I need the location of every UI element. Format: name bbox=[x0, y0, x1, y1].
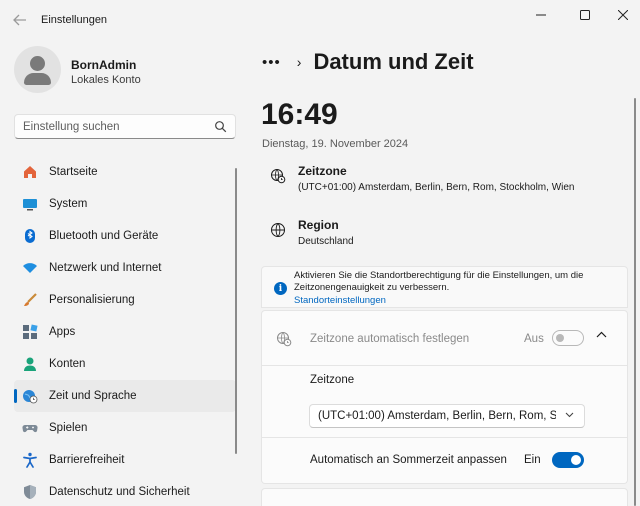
dst-setting[interactable]: Automatisch an Sommerzeit anpassen Ein bbox=[261, 438, 628, 484]
globe-clock-icon bbox=[271, 169, 286, 184]
close-button[interactable] bbox=[606, 0, 640, 30]
sidebar-item-label: Personalisierung bbox=[49, 294, 135, 306]
sidebar-item-label: Startseite bbox=[49, 166, 98, 178]
sidebar-item-apps[interactable]: Apps bbox=[14, 316, 236, 348]
breadcrumb-overflow-button[interactable]: ••• bbox=[262, 54, 281, 71]
timezone-title: Zeitzone bbox=[298, 164, 347, 178]
timezone-value: (UTC+01:00) Amsterdam, Berlin, Bern, Rom… bbox=[298, 182, 575, 193]
auto-timezone-toggle[interactable] bbox=[552, 330, 584, 346]
minimize-icon bbox=[536, 14, 546, 16]
current-date: Dienstag, 19. November 2024 bbox=[262, 138, 409, 150]
dst-toggle[interactable] bbox=[552, 452, 584, 468]
current-time: 16:49 bbox=[261, 98, 338, 131]
sidebar-item-label: Bluetooth und Geräte bbox=[49, 230, 159, 242]
sidebar-item-system[interactable]: System bbox=[14, 188, 236, 220]
globe-clock-icon bbox=[277, 332, 292, 347]
region-title: Region bbox=[298, 218, 339, 232]
sidebar-item-personalisierung[interactable]: Personalisierung bbox=[14, 284, 236, 316]
chevron-up-icon[interactable] bbox=[596, 329, 607, 341]
shield-icon bbox=[22, 484, 38, 500]
sidebar-item-label: System bbox=[49, 198, 88, 210]
globe-clock-icon bbox=[22, 388, 38, 404]
settings-window: Einstellungen BornAdmin Lokales Konto Ei… bbox=[0, 0, 640, 506]
page-title: Datum und Zeit bbox=[313, 49, 474, 74]
auto-timezone-setting[interactable]: Zeitzone automatisch festlegen Aus bbox=[261, 310, 628, 366]
auto-timezone-label: Zeitzone automatisch festlegen bbox=[310, 333, 470, 345]
region-info: Region Deutschland bbox=[262, 218, 622, 252]
search-icon bbox=[215, 121, 227, 133]
close-icon bbox=[618, 10, 628, 20]
brush-icon bbox=[22, 292, 38, 308]
sidebar-item-startseite[interactable]: Startseite bbox=[14, 156, 236, 188]
monitor-icon bbox=[22, 196, 38, 212]
main-content: ••• › Datum und Zeit 16:49 Dienstag, 19.… bbox=[248, 40, 640, 506]
globe-icon bbox=[271, 223, 285, 237]
main-scrollbar[interactable] bbox=[634, 98, 636, 506]
auto-timezone-state: Aus bbox=[524, 333, 544, 345]
sidebar-item-label: Apps bbox=[49, 326, 76, 338]
bluetooth-icon bbox=[22, 228, 38, 244]
breadcrumb: ••• › Datum und Zeit bbox=[262, 49, 474, 74]
sidebar-item-label: Datenschutz und Sicherheit bbox=[49, 486, 190, 498]
profile-name: BornAdmin bbox=[71, 58, 137, 72]
info-icon: i bbox=[274, 282, 287, 295]
search-placeholder: Einstellung suchen bbox=[23, 121, 120, 133]
timezone-select-label: Zeitzone bbox=[310, 374, 355, 386]
sidebar-item-label: Spielen bbox=[49, 422, 88, 434]
maximize-button[interactable] bbox=[562, 0, 608, 30]
maximize-icon bbox=[580, 10, 590, 20]
sidebar-item-label: Barrierefreiheit bbox=[49, 454, 125, 466]
chevron-down-icon bbox=[565, 410, 574, 420]
home-icon bbox=[22, 164, 38, 180]
sidebar: BornAdmin Lokales Konto Einstellung such… bbox=[0, 40, 248, 506]
dst-label: Automatisch an Sommerzeit anpassen bbox=[310, 454, 507, 466]
person-icon bbox=[22, 356, 38, 372]
sidebar-item-barrierefreiheit[interactable]: Barrierefreiheit bbox=[14, 444, 236, 476]
timezone-setting: Zeitzone (UTC+01:00) Amsterdam, Berlin, … bbox=[261, 366, 628, 438]
timezone-dropdown[interactable]: (UTC+01:00) Amsterdam, Berlin, Bern, Rom… bbox=[309, 404, 585, 428]
dst-state: Ein bbox=[524, 454, 541, 466]
profile-account-type: Lokales Konto bbox=[71, 74, 141, 86]
sidebar-item-label: Konten bbox=[49, 358, 86, 370]
timezone-dropdown-value: (UTC+01:00) Amsterdam, Berlin, Bern, Rom… bbox=[318, 410, 556, 422]
next-setting-card bbox=[261, 488, 628, 506]
wifi-icon bbox=[22, 260, 38, 276]
accessibility-icon bbox=[22, 452, 38, 468]
sidebar-item-datenschutz[interactable]: Datenschutz und Sicherheit bbox=[14, 476, 236, 506]
location-permission-banner: i Aktivieren Sie die Standortberechtigun… bbox=[261, 266, 628, 308]
region-value: Deutschland bbox=[298, 236, 354, 247]
gamepad-icon bbox=[22, 420, 38, 436]
user-profile[interactable]: BornAdmin Lokales Konto bbox=[14, 46, 244, 96]
sidebar-item-bluetooth[interactable]: Bluetooth und Geräte bbox=[14, 220, 236, 252]
sidebar-item-netzwerk[interactable]: Netzwerk und Internet bbox=[14, 252, 236, 284]
banner-message: Aktivieren Sie die Standortberechtigung … bbox=[294, 270, 584, 293]
back-button[interactable] bbox=[8, 8, 32, 32]
minimize-button[interactable] bbox=[518, 0, 564, 30]
sidebar-item-label: Zeit und Sprache bbox=[49, 390, 137, 402]
timezone-info: Zeitzone (UTC+01:00) Amsterdam, Berlin, … bbox=[262, 164, 622, 198]
apps-icon bbox=[22, 324, 38, 340]
app-title: Einstellungen bbox=[41, 14, 108, 26]
sidebar-item-zeit-und-sprache[interactable]: Zeit und Sprache bbox=[14, 380, 236, 412]
nav-list: Startseite System Bluetooth und Geräte N… bbox=[14, 156, 236, 506]
arrow-left-icon bbox=[13, 14, 26, 26]
sidebar-item-konten[interactable]: Konten bbox=[14, 348, 236, 380]
sidebar-item-spielen[interactable]: Spielen bbox=[14, 412, 236, 444]
search-input[interactable]: Einstellung suchen bbox=[14, 114, 236, 139]
sidebar-item-label: Netzwerk und Internet bbox=[49, 262, 162, 274]
title-bar: Einstellungen bbox=[0, 0, 640, 40]
chevron-right-icon: › bbox=[296, 54, 302, 70]
sidebar-scrollbar[interactable] bbox=[235, 168, 237, 454]
avatar bbox=[14, 46, 61, 93]
location-settings-link[interactable]: Standorteinstellungen bbox=[294, 295, 386, 306]
